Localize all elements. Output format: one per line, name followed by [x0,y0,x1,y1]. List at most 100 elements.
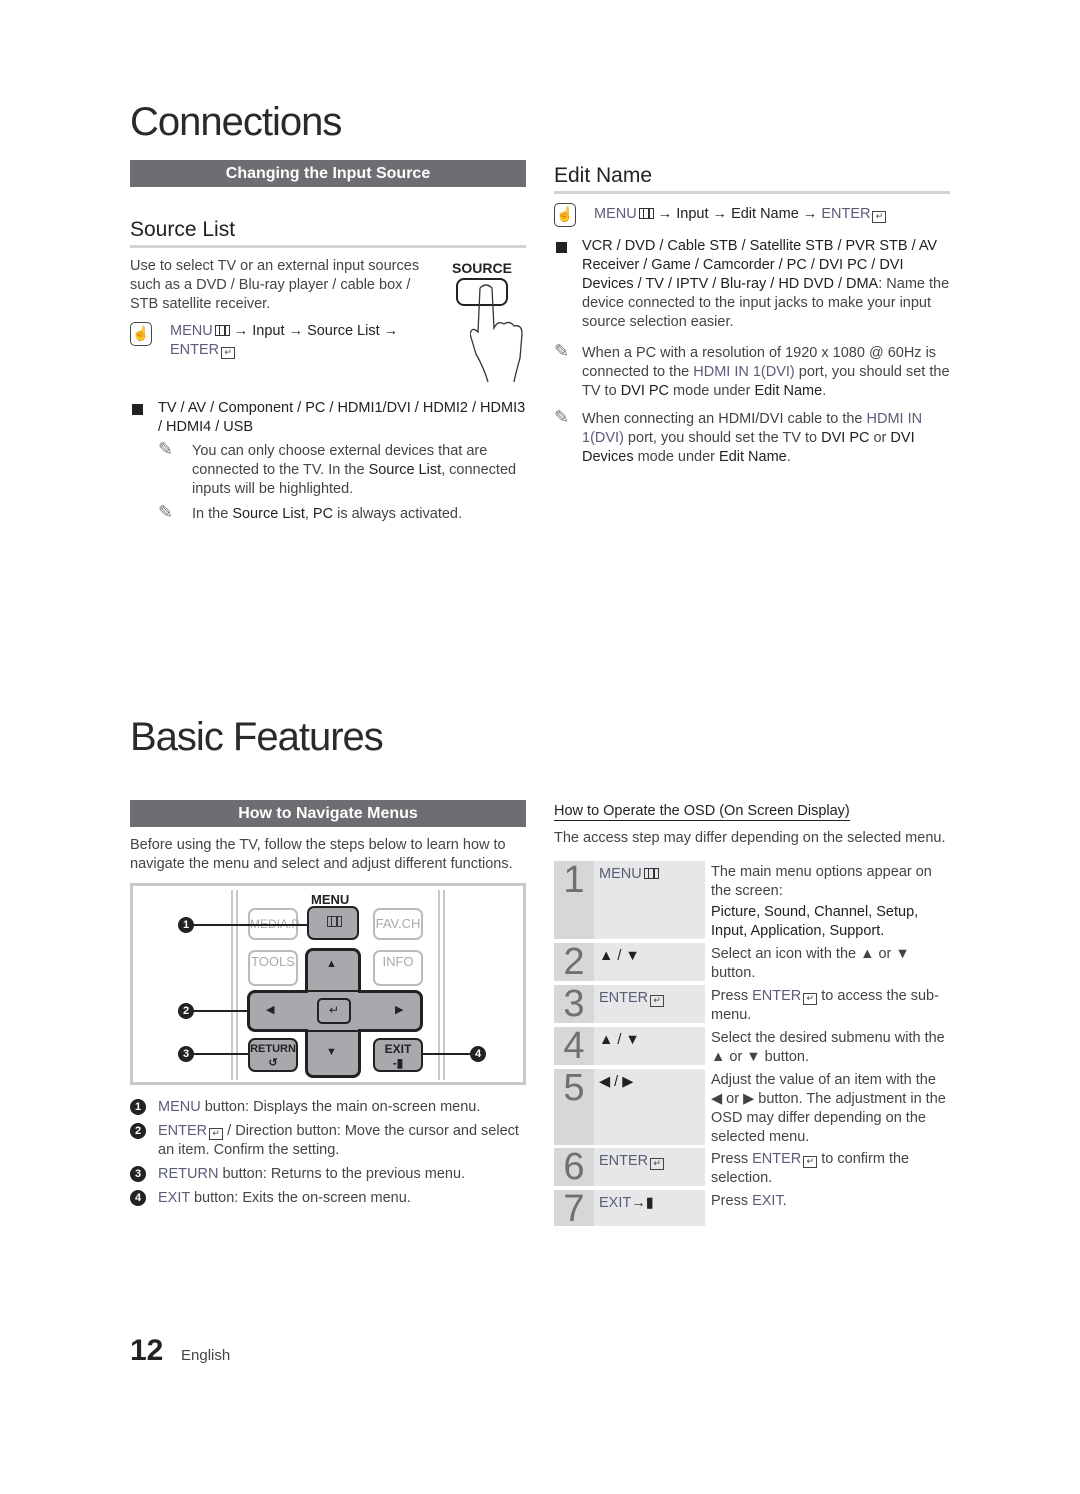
step-key: ▲ / ▼ [594,943,705,981]
legend-key: ENTER [158,1123,208,1139]
legend-key: EXIT [158,1190,190,1206]
step-desc: . [782,1193,787,1209]
hand-pointing-icon [470,284,523,382]
bullet-icon [556,242,567,253]
osd-step: 6 ENTER ↵ Press ENTER ↵ to confirm the sel… [554,1148,950,1186]
note-port: HDMI IN 1(DVI) [693,364,795,380]
down-arrow-icon: ▼ [326,1046,337,1058]
exit-label: EXIT [384,1042,412,1056]
source-list-menu-path: ☝ MENU → Input → Source List → ENTER ↵ [130,322,450,359]
note-text: or [869,430,891,446]
enter-icon: ↵ [209,1128,224,1140]
source-list-intro: Use to select TV or an external input so… [130,258,420,312]
step-desc: The main menu options appear on the scre… [711,864,932,899]
legend-number: 4 [130,1190,146,1206]
connections-title: Connections [130,100,342,144]
source-list-note-2: ✎ In the Source List, PC is always activ… [158,502,526,524]
remote-legend: 1 MENU button: Displays the main on-scre… [130,1098,526,1208]
basic-features-title: Basic Features [130,715,384,759]
up-arrow-icon: ▲ [326,958,337,970]
callout-3: 3 [178,1046,194,1062]
menu-icon [643,868,659,879]
fav-ch-button: FAV.CH [373,908,423,940]
remote-control-diagram: MENU MEDIA.P FAV.CH TOOLS INFO ▲ ▼ ◀ ▶ ↵… [130,883,526,1085]
legend-number: 3 [130,1166,146,1182]
menu-key: MENU [170,323,213,339]
legend-item: 2 ENTER ↵ / Direction button: Move the cu… [130,1122,526,1160]
step-desc-bold: Picture, Sound, Channel, Setup, Input, A… [711,904,919,939]
step-desc-key: ENTER [752,1151,802,1167]
step-key: ◀ / ▶ [594,1069,705,1145]
legend-item: 4 EXIT button: Exits the on-screen menu. [130,1189,526,1208]
callout-1: 1 [178,917,194,933]
step-desc: Press [711,1151,753,1167]
legend-key: MENU [158,1099,201,1115]
source-list-options: TV / AV / Component / PC / HDMI1/DVI / H… [130,399,526,437]
enter-icon: ↵ [221,347,236,359]
step-key: ENTER [599,1153,649,1169]
note-text: When connecting an HDMI/DVI cable to the [582,411,867,427]
exit-button: EXIT -▮ [373,1038,423,1072]
note-text: is always activated. [333,506,463,522]
step-number: 1 [554,861,594,939]
menu-icon [214,325,230,336]
note-bold: Source List [232,506,305,522]
changing-input-source-header: Changing the Input Source [130,160,526,187]
hand-remote-icon: ☝ [554,203,576,227]
note-bold: DVI PC [620,383,670,399]
step-key: EXIT [599,1195,632,1211]
step-desc-key: ENTER [752,988,802,1004]
callout-4: 4 [470,1046,486,1062]
remote-menu-label: MENU [311,892,350,907]
source-label: SOURCE [452,260,512,276]
note-text: In the [192,506,233,522]
return-button: RETURN ↺ [248,1038,298,1072]
osd-step: 7 EXIT→▮ Press EXIT. [554,1190,950,1228]
legend-item: 1 MENU button: Displays the main on-scre… [130,1098,526,1117]
osd-step: 3 ENTER ↵ Press ENTER ↵ to access the sub-… [554,985,950,1023]
step-key: ▲ / ▼ [594,1027,705,1065]
enter-icon: ↵ [803,993,818,1005]
enter-button: ↵ [317,998,351,1024]
note-bold: PC [312,506,334,522]
step-number: 4 [554,1027,594,1065]
step-desc: Select the desired submenu with the ▲ or… [711,1030,945,1065]
right-arrow-icon: ▶ [395,1004,404,1016]
step-desc: Select an icon with the ▲ or ▼ button. [711,946,910,981]
left-arrow-icon: ◀ [266,1004,275,1016]
note-bold: Edit Name [754,383,823,399]
enter-key: ENTER [170,342,220,358]
remote-menu-button [307,906,359,940]
osd-step: 4 ▲ / ▼ Select the desired submenu with … [554,1027,950,1065]
osd-step: 1 MENU The main menu options appear on t… [554,861,950,939]
menu-icon [326,916,342,927]
edit-name-note-2: ✎ When connecting an HDMI/DVI cable to t… [554,407,950,467]
edit-name-options: VCR / DVD / Cable STB / Satellite STB / … [554,237,950,332]
step-number: 7 [554,1190,594,1228]
how-to-navigate-header: How to Navigate Menus [130,800,526,827]
info-button: INFO [373,950,423,986]
legend-text: button: Exits the on-screen menu. [189,1190,411,1206]
bullet-icon [132,404,143,415]
osd-step: 5 ◀ / ▶ Adjust the value of an item with… [554,1069,950,1145]
step-key: MENU [599,866,642,882]
page-language: English [181,1347,231,1364]
note-pencil-icon: ✎ [554,407,570,427]
note-text: port, you should set the TV to [623,430,822,446]
enter-icon: ↵ [650,1158,665,1170]
note-text: mode under [633,449,720,465]
enter-icon: ↵ [872,211,887,223]
note-text: . [786,449,791,465]
hand-remote-icon: ☝ [130,322,152,346]
return-label: RETURN [250,1043,296,1055]
source-list-note-1: ✎ You can only choose external devices t… [158,440,526,499]
legend-text: button: Displays the main on-screen menu… [200,1099,481,1115]
path-text: → Input → Edit Name → [657,206,818,222]
legend-text: button: Returns to the previous menu. [218,1166,466,1182]
legend-key: RETURN [158,1166,219,1182]
tools-button: TOOLS [248,950,298,986]
note-pencil-icon: ✎ [158,502,174,522]
step-number: 6 [554,1148,594,1186]
step-desc-key: EXIT [752,1193,783,1209]
step-desc: Adjust the value of an item with the ◀ o… [711,1072,946,1145]
